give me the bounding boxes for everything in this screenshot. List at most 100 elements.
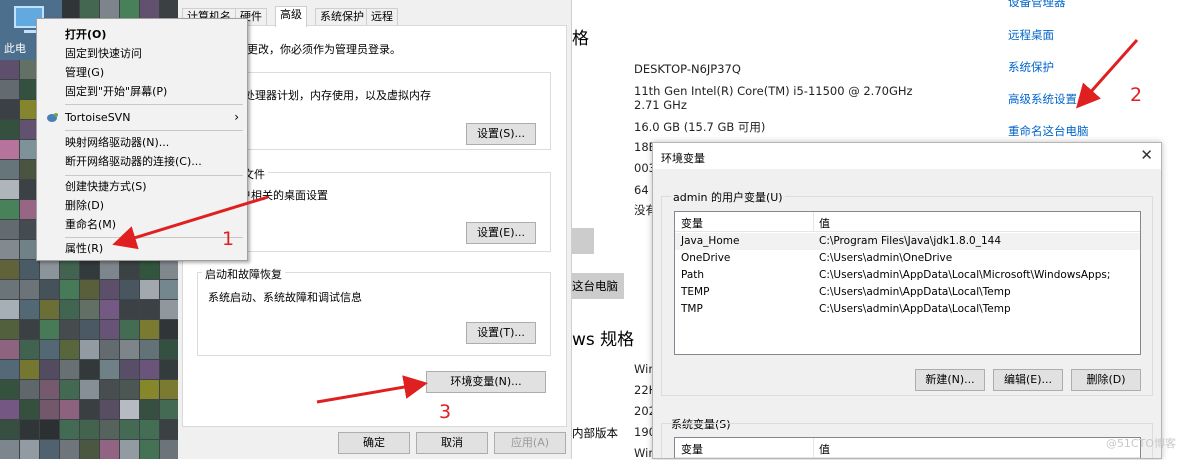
blurred-tile (20, 420, 39, 439)
windows-specs-heading: ws 规格 (572, 330, 635, 350)
blurred-tile (140, 320, 159, 339)
copy-button[interactable] (572, 228, 594, 254)
blurred-tile (0, 80, 19, 99)
var-name: Java_Home (681, 235, 740, 247)
internal-version-label: 内部版本 (572, 426, 618, 440)
menu-item-pin-start[interactable]: 固定到"开始"屏幕(P) (37, 82, 247, 101)
blurred-tile (140, 380, 159, 399)
blurred-tile (40, 400, 59, 419)
menu-item-map-drive[interactable]: 映射网络驱动器(N)... (37, 133, 247, 152)
column-header-value[interactable]: 值 (819, 215, 830, 231)
tab-system-protection[interactable]: 系统保护 (315, 8, 369, 26)
blurred-tile (60, 420, 79, 439)
chevron-right-icon: › (234, 110, 239, 124)
table-row[interactable]: TEMP C:\Users\admin\AppData\Local\Temp (675, 284, 1140, 301)
tab-advanced[interactable]: 高级 (275, 6, 307, 27)
var-value: C:\Program Files\Java\jdk1.8.0_144 (819, 235, 1002, 247)
blurred-tile (0, 60, 19, 79)
blurred-tile (0, 400, 19, 419)
blurred-tile (0, 140, 19, 159)
blurred-tile (80, 380, 99, 399)
blurred-tile (120, 440, 139, 459)
blurred-tile (120, 260, 139, 279)
apply-button[interactable]: 应用(A) (494, 432, 566, 454)
system-variables-list[interactable]: 变量 值 (674, 437, 1141, 458)
blurred-tile (40, 420, 59, 439)
blurred-tile (0, 100, 19, 119)
user-profiles-settings-button[interactable]: 设置(E)... (466, 222, 536, 244)
column-header-variable[interactable]: 变量 (681, 441, 703, 457)
blurred-tile (0, 360, 19, 379)
menu-separator (65, 237, 243, 238)
blurred-tile (120, 380, 139, 399)
blurred-tile (140, 340, 159, 359)
blurred-tile (80, 440, 99, 459)
environment-variables-button[interactable]: 环境变量(N)... (426, 371, 546, 393)
menu-item-manage[interactable]: 管理(G) (37, 63, 247, 82)
blurred-tile (160, 280, 178, 299)
blurred-tile (140, 260, 159, 279)
user-variables-list[interactable]: 变量 值 Java_Home C:\Program Files\Java\jdk… (674, 211, 1141, 355)
var-value: C:\Users\admin\OneDrive (819, 252, 953, 264)
table-row[interactable]: OneDrive C:\Users\admin\OneDrive (675, 250, 1140, 267)
menu-item-tortoisesvn[interactable]: TortoiseSVN › (37, 108, 247, 127)
column-header-value[interactable]: 值 (819, 441, 830, 457)
blurred-tile (140, 400, 159, 419)
dialog-titlebar: 环境变量 ✕ (653, 143, 1161, 169)
blurred-tile (0, 220, 19, 239)
blurred-tile (80, 280, 99, 299)
blurred-tile (100, 260, 119, 279)
cancel-button[interactable]: 取消 (416, 432, 488, 454)
menu-item-open[interactable]: 打开(O) (37, 25, 247, 44)
table-row[interactable]: Path C:\Users\admin\AppData\Local\Micros… (675, 267, 1140, 284)
link-device-manager[interactable]: 设备管理器 (1008, 0, 1066, 10)
ok-button[interactable]: 确定 (338, 432, 410, 454)
menu-item-delete[interactable]: 删除(D) (37, 196, 247, 215)
blurred-tile (20, 320, 39, 339)
edit-user-variable-button[interactable]: 编辑(E)... (993, 369, 1063, 391)
menu-item-create-shortcut[interactable]: 创建快捷方式(S) (37, 177, 247, 196)
blurred-tile (20, 300, 39, 319)
blurred-tile (20, 280, 39, 299)
link-remote-desktop[interactable]: 远程桌面 (1008, 27, 1054, 43)
blurred-tile (60, 260, 79, 279)
blurred-tile (140, 440, 159, 459)
blurred-tile (20, 360, 39, 379)
blurred-tile (100, 340, 119, 359)
performance-group: 处理器计划，内存使用，以及虚拟内存 设置(S)... (197, 72, 551, 150)
close-icon[interactable]: ✕ (1140, 146, 1153, 164)
blurred-tile (0, 200, 19, 219)
blurred-tile (60, 360, 79, 379)
link-advanced-system-settings[interactable]: 高级系统设置 (1008, 91, 1077, 107)
new-user-variable-button[interactable]: 新建(N)... (915, 369, 985, 391)
menu-item-properties[interactable]: 属性(R) (37, 239, 247, 258)
table-row[interactable]: TMP C:\Users\admin\AppData\Local\Temp (675, 301, 1140, 318)
blurred-tile (100, 380, 119, 399)
startup-recovery-settings-button[interactable]: 设置(T)... (466, 322, 536, 344)
link-rename-pc[interactable]: 重命名这台电脑 (1008, 123, 1089, 139)
var-value: C:\Users\admin\AppData\Local\Temp (819, 303, 1011, 315)
tab-remote[interactable]: 远程 (366, 8, 398, 26)
blurred-tile (120, 340, 139, 359)
blurred-tile (40, 260, 59, 279)
link-system-protection[interactable]: 系统保护 (1008, 59, 1054, 75)
column-divider (813, 438, 814, 458)
startup-recovery-desc: 系统启动、系统故障和调试信息 (208, 291, 362, 304)
blurred-tile (120, 320, 139, 339)
dialog-title: 环境变量 (661, 152, 705, 165)
rename-pc-button[interactable]: 这台电脑 (572, 273, 624, 299)
blurred-tile (80, 320, 99, 339)
blurred-tile (20, 260, 39, 279)
delete-user-variable-button[interactable]: 删除(D) (1071, 369, 1141, 391)
table-row[interactable]: Java_Home C:\Program Files\Java\jdk1.8.0… (675, 233, 1140, 250)
blurred-tile (100, 420, 119, 439)
blurred-tile (140, 300, 159, 319)
performance-settings-button[interactable]: 设置(S)... (466, 123, 536, 145)
startup-recovery-title: 启动和故障恢复 (202, 266, 285, 282)
column-header-variable[interactable]: 变量 (681, 215, 703, 231)
blurred-tile (0, 120, 19, 139)
blurred-tile (80, 300, 99, 319)
menu-item-rename[interactable]: 重命名(M) (37, 215, 247, 234)
menu-item-disconnect-drive[interactable]: 断开网络驱动器的连接(C)... (37, 152, 247, 171)
menu-item-pin-quick-access[interactable]: 固定到快速访问 (37, 44, 247, 63)
